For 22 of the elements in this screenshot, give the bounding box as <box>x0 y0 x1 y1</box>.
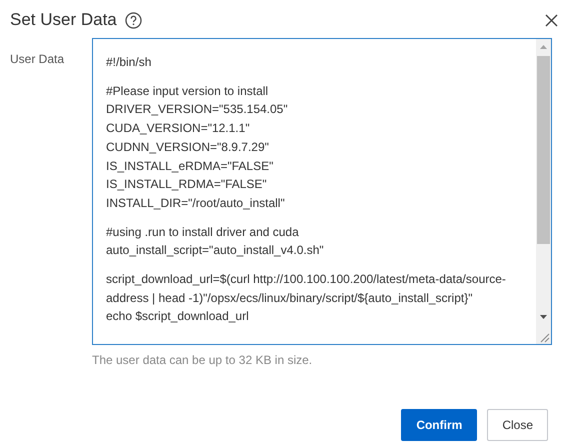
code-line: auto_install_script="auto_install_v4.0.sh" <box>106 242 324 260</box>
code-line: CUDNN_VERSION="8.9.7.29" <box>106 138 269 156</box>
code-line: IS_INSTALL_RDMA="FALSE" <box>106 176 267 194</box>
code-line: #!/bin/sh <box>106 54 152 71</box>
close-icon[interactable] <box>545 14 558 26</box>
code-line: DRIVER_VERSION="535.154.05" <box>106 101 288 118</box>
code-line: #using .run to install driver and cuda <box>106 224 299 241</box>
user-data-field[interactable] <box>92 38 552 345</box>
confirm-button[interactable]: Confirm <box>401 409 478 441</box>
scrollbar[interactable] <box>536 39 551 344</box>
dialog-title: Set User Data <box>10 9 117 32</box>
code-line: script_download_url=$(curl http://100.100.100.200/latest/meta-data/source- <box>106 271 506 288</box>
code-line: #Please input version to install <box>106 82 268 100</box>
help-icon[interactable] <box>124 12 142 28</box>
code-line: echo $script_download_url <box>106 308 249 326</box>
code-line: IS_INSTALL_eRDMA="FALSE" <box>106 158 274 175</box>
close-button[interactable]: Close <box>487 409 548 441</box>
field-label: User Data <box>9 51 66 68</box>
code-line: CUDA_VERSION="12.1.1" <box>106 120 250 138</box>
code-line: INSTALL_DIR="/root/auto_install" <box>106 194 285 212</box>
code-line: address | head -1)"/opsx/ecs/linux/binary/script/${auto_install_script}" <box>106 290 472 307</box>
hint-text: The user data can be up to 32 KB in size. <box>92 352 312 369</box>
